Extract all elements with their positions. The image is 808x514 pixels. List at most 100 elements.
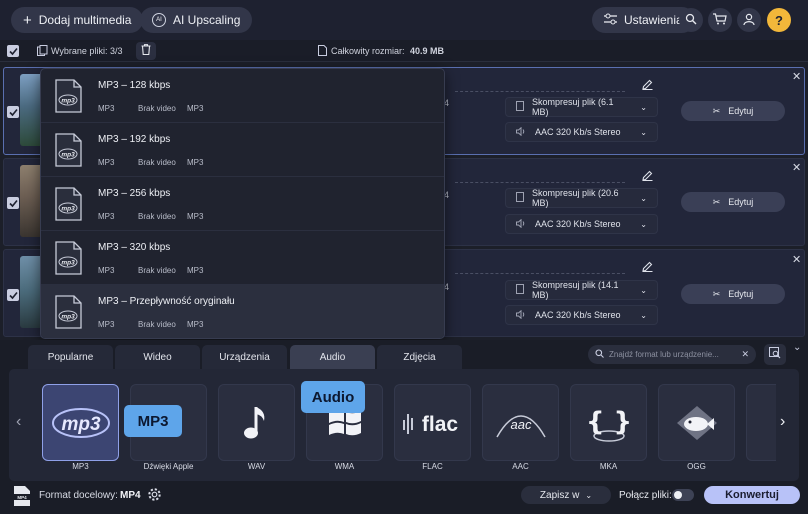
remove-file-button[interactable]: ✕ [792, 253, 801, 266]
tab-images[interactable]: Zdjęcia [377, 345, 462, 369]
tab-audio[interactable]: Audio [290, 345, 375, 369]
carousel-next-icon[interactable]: › [780, 413, 785, 431]
format-settings-gear-icon[interactable] [147, 487, 162, 505]
ai-upscaling-button[interactable]: AI AI Upscaling [140, 7, 253, 33]
music-note-icon [243, 406, 264, 438]
scissors-icon: ✂ [712, 288, 721, 299]
preset-item[interactable]: mp3 MP3 – 128 kbps MP3 Brak video MP3 [41, 69, 444, 123]
audio-track-select[interactable]: AAC 320 Kb/s Stereo ⌄ [505, 305, 658, 325]
format-card-partial[interactable] [746, 384, 776, 461]
search-placeholder: Znajdź format lub urządzenie... [609, 350, 719, 359]
mp4-file-icon: MP4 [13, 485, 31, 510]
format-card-flac[interactable]: flac [394, 384, 471, 461]
edit-pencil-icon[interactable] [642, 261, 653, 275]
file-checkbox[interactable] [7, 106, 19, 118]
target-format-value[interactable]: MP4 [120, 490, 141, 501]
tab-devices[interactable]: Urządzenia [202, 345, 287, 369]
compression-select[interactable]: Skompresuj plik (6.1 MB) ⌄ [505, 97, 658, 117]
preset-video-codec: MP3 [98, 158, 115, 167]
format-card-wav[interactable] [218, 384, 295, 461]
format-search-icon [769, 347, 781, 362]
preset-item[interactable]: mp3 MP3 – 320 kbps MP3 Brak video MP3 [41, 231, 444, 285]
format-card-aac[interactable]: aac [482, 384, 559, 461]
save-to-label: Zapisz w [539, 489, 580, 501]
svg-text:aac: aac [510, 417, 531, 432]
audio-track-select[interactable]: AAC 320 Kb/s Stereo ⌄ [505, 122, 658, 142]
edit-pencil-icon[interactable] [642, 79, 653, 93]
audio-track-label: AAC 320 Kb/s Stereo [535, 127, 621, 137]
edit-label: Edytuj [728, 197, 754, 207]
convert-button[interactable]: Konwertuj [704, 486, 800, 504]
preset-resolution: Brak video [138, 104, 176, 113]
delete-selected-button[interactable] [136, 42, 156, 60]
preset-title: MP3 – 192 kbps [98, 134, 171, 145]
format-card-mka[interactable]: { } [570, 384, 647, 461]
compression-select[interactable]: Skompresuj plik (14.1 MB) ⌄ [505, 280, 658, 300]
cart-button[interactable] [708, 8, 732, 32]
edit-button[interactable]: ✂ Edytuj [681, 192, 785, 212]
save-to-select[interactable]: Zapisz w ⌄ [521, 486, 611, 504]
edit-button[interactable]: ✂ Edytuj [681, 101, 785, 121]
toggle-knob [674, 491, 682, 499]
add-media-label: Dodaj multimedia [38, 13, 132, 27]
compression-label: Skompresuj plik (14.1 MB) [532, 280, 619, 300]
format-card-mp3[interactable]: mp3 [42, 384, 119, 461]
preset-title: MP3 – 128 kbps [98, 80, 171, 91]
preset-video-codec: MP3 [98, 320, 115, 329]
svg-text:{ }: { } [589, 407, 629, 437]
format-card-ogg[interactable] [658, 384, 735, 461]
search-tool-button[interactable] [679, 8, 703, 32]
mp3-logo-icon: mp3 [51, 407, 110, 438]
edit-button[interactable]: ✂ Edytuj [681, 284, 785, 304]
mp3-file-icon: mp3 [55, 79, 82, 113]
preset-audio-codec: MP3 [187, 158, 204, 167]
format-label: WMA [334, 462, 355, 471]
chevron-down-icon: ⌄ [640, 193, 647, 203]
edit-label: Edytuj [728, 106, 754, 116]
search-icon [595, 349, 604, 360]
account-button[interactable] [737, 8, 761, 32]
file-size-icon [516, 192, 524, 204]
merge-files-toggle[interactable] [672, 489, 694, 501]
format-label: OGG [687, 462, 706, 471]
preset-item-highlighted[interactable]: mp3 MP3 – Przepływność oryginału MP3 Bra… [41, 285, 444, 338]
progress-track [455, 91, 625, 92]
edit-pencil-icon[interactable] [642, 170, 653, 184]
add-media-button[interactable]: + Dodaj multimedia [11, 7, 144, 33]
format-search-input[interactable]: Znajdź format lub urządzenie... ✕ [588, 345, 756, 364]
speaker-icon [516, 126, 527, 138]
select-all-checkbox[interactable] [7, 45, 19, 57]
audio-track-select[interactable]: AAC 320 Kb/s Stereo ⌄ [505, 214, 658, 234]
carousel-prev-icon[interactable]: ‹ [16, 413, 21, 431]
help-button[interactable]: ? [767, 8, 791, 32]
edit-label: Edytuj [728, 289, 754, 299]
target-format-label: Format docelowy: [39, 490, 118, 501]
scissors-icon: ✂ [712, 105, 721, 116]
preset-title: MP3 – Przepływność oryginału [98, 296, 235, 307]
tab-popular[interactable]: Popularne [28, 345, 113, 369]
total-size-value: 40.9 MB [410, 46, 445, 56]
clear-search-icon[interactable]: ✕ [741, 349, 749, 360]
remove-file-button[interactable]: ✕ [792, 161, 801, 174]
format-label: FLAC [422, 462, 443, 471]
tab-video[interactable]: Wideo [115, 345, 200, 369]
trash-icon [141, 44, 151, 58]
remove-file-button[interactable]: ✕ [792, 70, 801, 83]
format-label: AAC [512, 462, 529, 471]
file-checkbox[interactable] [7, 197, 19, 209]
cart-icon [713, 12, 727, 28]
chevron-down-icon: ⌄ [640, 127, 647, 137]
flac-logo-icon: flac [402, 413, 458, 436]
preset-item[interactable]: mp3 MP3 – 192 kbps MP3 Brak video MP3 [41, 123, 444, 177]
preset-audio-codec: MP3 [187, 320, 204, 329]
compression-select[interactable]: Skompresuj plik (20.6 MB) ⌄ [505, 188, 658, 208]
file-checkbox[interactable] [7, 289, 19, 301]
help-icon: ? [775, 12, 783, 28]
preset-item[interactable]: mp3 MP3 – 256 kbps MP3 Brak video MP3 [41, 177, 444, 231]
check-icon [8, 291, 18, 299]
format-finder-button[interactable] [764, 344, 786, 365]
file-size-icon [516, 284, 524, 296]
chevron-down-icon: ⌄ [640, 285, 647, 295]
format-label: Dźwięki Apple [143, 462, 194, 471]
collapse-panel-chevron-icon[interactable]: ⌄ [793, 342, 801, 353]
